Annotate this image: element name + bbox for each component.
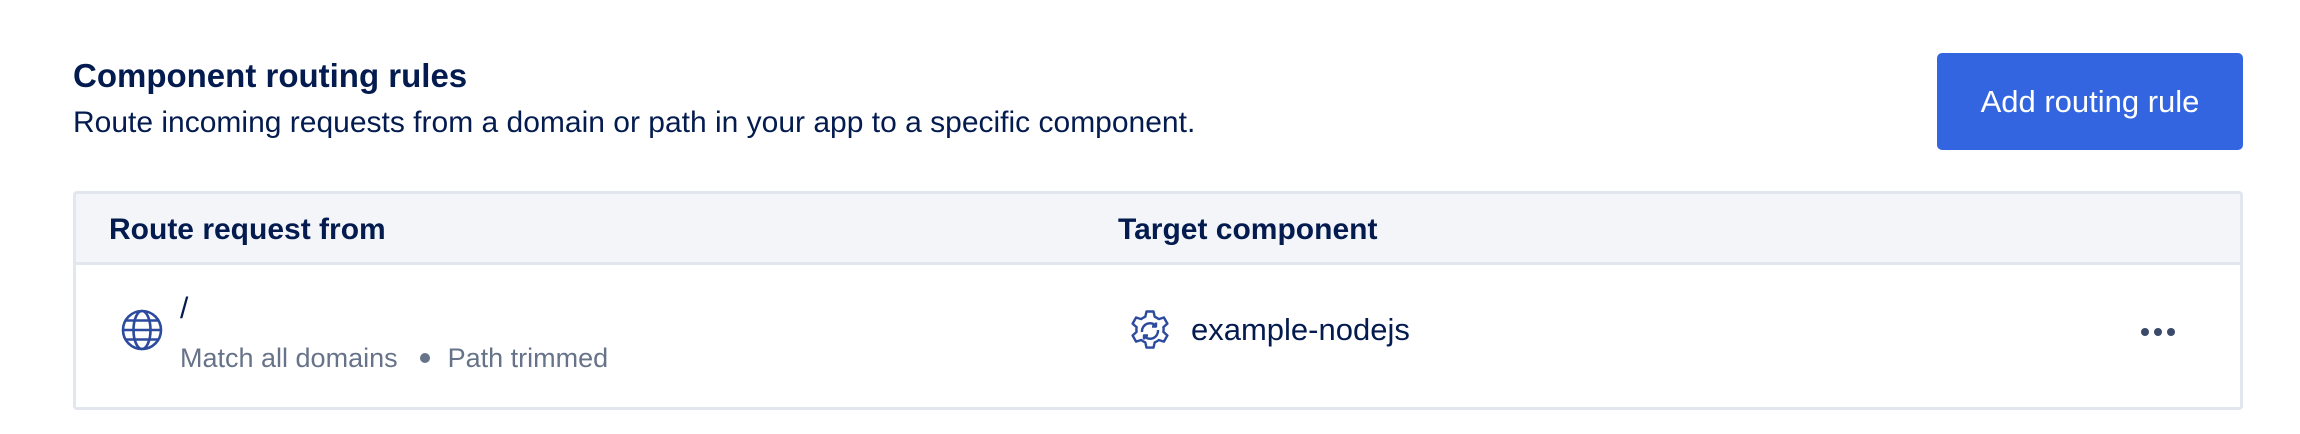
route-path: / [180,292,189,325]
gear-icon [1127,308,1173,354]
column-header-target-component: Target component [1118,213,1378,246]
add-routing-rule-button[interactable]: Add routing rule [1937,53,2243,150]
page-title: Component routing rules [73,57,468,94]
routing-rules-table: Route request from Target component / Ma… [73,191,2243,410]
route-meta: Match all domains Path trimmed [180,342,608,374]
path-option-label: Path trimmed [447,343,609,373]
separator-dot [419,353,430,363]
more-options-icon [2141,328,2175,336]
row-more-options-button[interactable] [2134,315,2182,349]
target-component-name[interactable]: example-nodejs [1191,312,1410,348]
page-description: Route incoming requests from a domain or… [73,106,1196,139]
table-row: / Match all domains Path trimmed example… [76,265,2240,407]
globe-icon [120,308,164,352]
domain-match-label: Match all domains [180,343,398,373]
table-header: Route request from Target component [76,194,2240,265]
column-header-route-from: Route request from [109,213,386,246]
